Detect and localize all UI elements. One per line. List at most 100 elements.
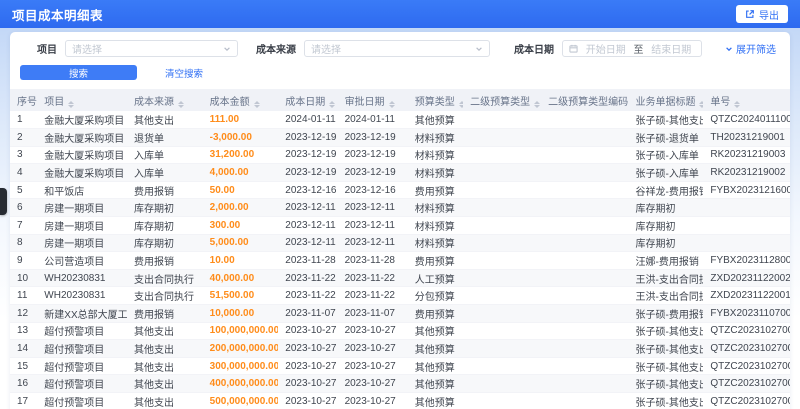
cell-sub_type — [463, 146, 542, 165]
cell-project: 和平饭店 — [37, 181, 127, 200]
cell-project: 超付预警项目 — [37, 357, 127, 376]
cell-no: 7 — [10, 216, 38, 235]
cell-project: 房建一期项目 — [37, 198, 127, 218]
column-label: 成本金额 — [209, 96, 250, 108]
column-header-2[interactable]: 成本来源 — [126, 89, 203, 111]
column-header-6[interactable]: 预算类型 — [407, 89, 464, 111]
cell-approve_date: 2023-10-27 — [337, 339, 408, 358]
sort-icon[interactable] — [68, 100, 75, 108]
cell-source: 退货单 — [126, 128, 203, 147]
cell-doc_title: 张子硕-费用报销 — [628, 304, 704, 323]
cell-project: WH20230831 — [37, 286, 127, 306]
cell-sub_code — [541, 198, 629, 218]
sort-icon[interactable] — [253, 100, 260, 108]
cell-budget_type: 其他预算 — [407, 374, 464, 393]
column-header-8[interactable]: 二级预算类型编码 — [541, 89, 629, 111]
cell-doc_title: 张子硕-退货单 — [628, 128, 704, 147]
cell-approve_date: 2023-12-19 — [337, 128, 408, 147]
cell-doc_title: 张子硕-其他支出 — [628, 111, 704, 130]
clear-search-link[interactable]: 清空搜索 — [165, 66, 203, 80]
table-row: 13 超付预警项目 其他支出 100,000,000.00 2023-10-27 2023… — [10, 322, 790, 341]
sort-icon[interactable] — [388, 100, 395, 108]
cell-amount: 40,000.00 — [202, 269, 279, 288]
cell-no: 12 — [10, 304, 38, 323]
cell-project: 超付预警项目 — [37, 339, 127, 358]
cell-sub_code — [541, 286, 629, 306]
column-header-9[interactable]: 业务单据标题 — [628, 89, 704, 111]
cell-cost_date: 2023-10-27 — [278, 374, 338, 393]
cell-budget_type: 材料预算 — [407, 128, 464, 147]
cell-cost_date: 2023-11-22 — [278, 286, 338, 306]
cell-source: 支出合同执行 — [126, 286, 203, 306]
cell-budget_type: 材料预算 — [407, 234, 464, 253]
column-header-4[interactable]: 成本日期 — [278, 89, 338, 111]
column-header-3[interactable]: 成本金额 — [202, 89, 279, 111]
cell-sub_code — [541, 128, 629, 147]
cell-source: 库存期初 — [126, 216, 203, 235]
cell-source: 其他支出 — [126, 322, 203, 341]
cell-source: 入库单 — [126, 146, 203, 165]
sort-icon[interactable] — [699, 100, 704, 108]
calendar-icon — [569, 44, 578, 53]
cell-no: 5 — [10, 181, 38, 200]
cell-cost_date: 2023-12-11 — [278, 234, 338, 253]
cell-no: 6 — [10, 198, 38, 218]
column-header-10[interactable]: 单号 — [703, 89, 790, 111]
cell-cost_date: 2023-10-27 — [278, 322, 338, 341]
cell-sub_type — [463, 128, 542, 147]
cost-source-select[interactable]: 请选择 — [304, 40, 490, 57]
column-label: 预算类型 — [414, 96, 455, 108]
cell-sub_code — [541, 322, 629, 341]
cell-budget_type: 材料预算 — [407, 198, 464, 218]
cell-doc_no — [703, 216, 790, 235]
expand-filters-link[interactable]: 展开筛选 — [725, 41, 776, 56]
start-date-input[interactable]: 开始日期 — [582, 41, 630, 56]
cell-no: 3 — [10, 146, 38, 165]
table-row: 4 金融大厦采购项目 入库单 4,000.00 2023-12-19 2023-12-19… — [10, 163, 790, 182]
search-button[interactable]: 搜索 — [20, 65, 137, 80]
cell-doc_no: QTZC20231027002 — [703, 374, 790, 393]
end-date-input[interactable]: 结束日期 — [648, 41, 696, 56]
table-header-row: 序号 项目 成本来源 成本金额 成本日期 审批日期 预算类型 二级预算类型 二级预算类型编码 业务… — [10, 89, 790, 111]
cell-source: 其他支出 — [126, 111, 203, 130]
cell-sub_code — [541, 251, 629, 270]
column-header-1[interactable]: 项目 — [37, 89, 127, 111]
table-row: 12新建XX总部大厦工程二期费用报销10,000.002023-11-07202… — [10, 304, 790, 323]
table-row: 9 公司营造项目 费用报销 10.00 2023-11-28 2023-11-28 费用预算… — [10, 251, 790, 270]
cell-approve_date: 2023-12-11 — [337, 198, 408, 218]
sort-icon[interactable] — [329, 100, 336, 108]
column-label: 成本来源 — [133, 96, 174, 108]
column-label: 序号 — [17, 96, 37, 108]
cost-date-range-input[interactable]: 开始日期 至 结束日期 — [562, 40, 702, 57]
sort-icon[interactable] — [177, 100, 184, 108]
sort-icon[interactable] — [534, 100, 541, 108]
cell-cost_date: 2023-12-19 — [278, 128, 338, 147]
cell-sub_code — [541, 111, 629, 130]
side-panel-handle[interactable] — [0, 188, 7, 215]
export-icon — [746, 10, 754, 18]
cell-doc_title: 张子硕-其他支出 — [628, 322, 704, 341]
cell-amount: 500,000,000.00 — [202, 392, 279, 409]
cell-budget_type: 其他预算 — [407, 339, 464, 358]
cell-sub_code — [541, 357, 629, 376]
column-label: 成本日期 — [285, 96, 326, 108]
sort-icon[interactable] — [734, 100, 741, 108]
date-range-separator: 至 — [633, 45, 644, 56]
cell-doc_no: FYBX20231216001 — [703, 181, 790, 200]
cell-sub_code — [541, 163, 629, 182]
cell-amount: 4,000.00 — [202, 163, 279, 182]
project-select-placeholder: 请选择 — [72, 45, 102, 56]
cell-cost_date: 2023-12-16 — [278, 181, 338, 200]
column-label: 二级预算类型 — [470, 96, 531, 108]
cell-no: 14 — [10, 339, 38, 358]
column-header-7[interactable]: 二级预算类型 — [463, 89, 542, 111]
cell-no: 1 — [10, 111, 38, 130]
cell-sub_type — [463, 181, 542, 200]
cost-source-filter-label: 成本来源 — [256, 45, 296, 56]
cell-project: 金融大厦采购项目 — [37, 128, 127, 147]
project-select[interactable]: 请选择 — [65, 40, 238, 57]
column-header-5[interactable]: 审批日期 — [337, 89, 408, 111]
sort-icon[interactable] — [458, 100, 464, 108]
export-button[interactable]: 导出 — [736, 5, 788, 23]
cell-doc_title: 王洪-支出合同执行 — [628, 269, 704, 288]
